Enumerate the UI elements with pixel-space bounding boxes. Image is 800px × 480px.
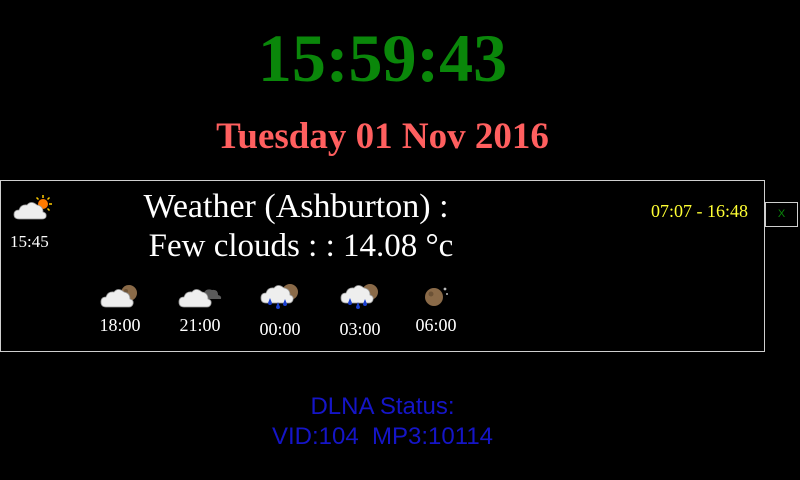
forecast-item: 18:00 (90, 283, 150, 336)
forecast-item: 03:00 (330, 283, 390, 340)
forecast-item: 21:00 (170, 283, 230, 336)
weather-title: Weather (Ashburton) : (143, 188, 449, 225)
weather-panel: 15:45 Weather (Ashburton) : Few clouds :… (0, 180, 765, 352)
current-weather-time: 15:45 (10, 232, 49, 251)
forecast-time: 18:00 (99, 315, 141, 335)
forecast-time: 00:00 (259, 319, 301, 339)
clock-time: 15:59:43 (257, 20, 508, 96)
weather-description: Few clouds : : 14.08 °c (148, 228, 454, 264)
forecast-item: 00:00 (250, 283, 310, 340)
rain-cloud-moon-icon (260, 284, 298, 309)
dlna-status-counts: VID:104 MP3:10114 (271, 423, 494, 450)
sunrise-sunset-times: 07:07 - 16:48 (651, 201, 748, 221)
date-label: Tuesday 01 Nov 2016 (216, 116, 549, 157)
cloud-dark-cloud-icon (178, 289, 222, 308)
rain-cloud-moon-icon (340, 284, 378, 309)
forecast-time: 03:00 (339, 319, 381, 339)
close-button[interactable]: X (765, 202, 798, 227)
forecast-time: 06:00 (415, 315, 457, 335)
dlna-status-title: DLNA Status: (310, 393, 455, 420)
cloud-moon-icon (100, 285, 137, 308)
forecast-item: 06:00 (406, 283, 466, 336)
moon-icon (425, 287, 448, 306)
forecast-time: 21:00 (179, 315, 221, 335)
sun-behind-cloud-icon (13, 195, 52, 220)
